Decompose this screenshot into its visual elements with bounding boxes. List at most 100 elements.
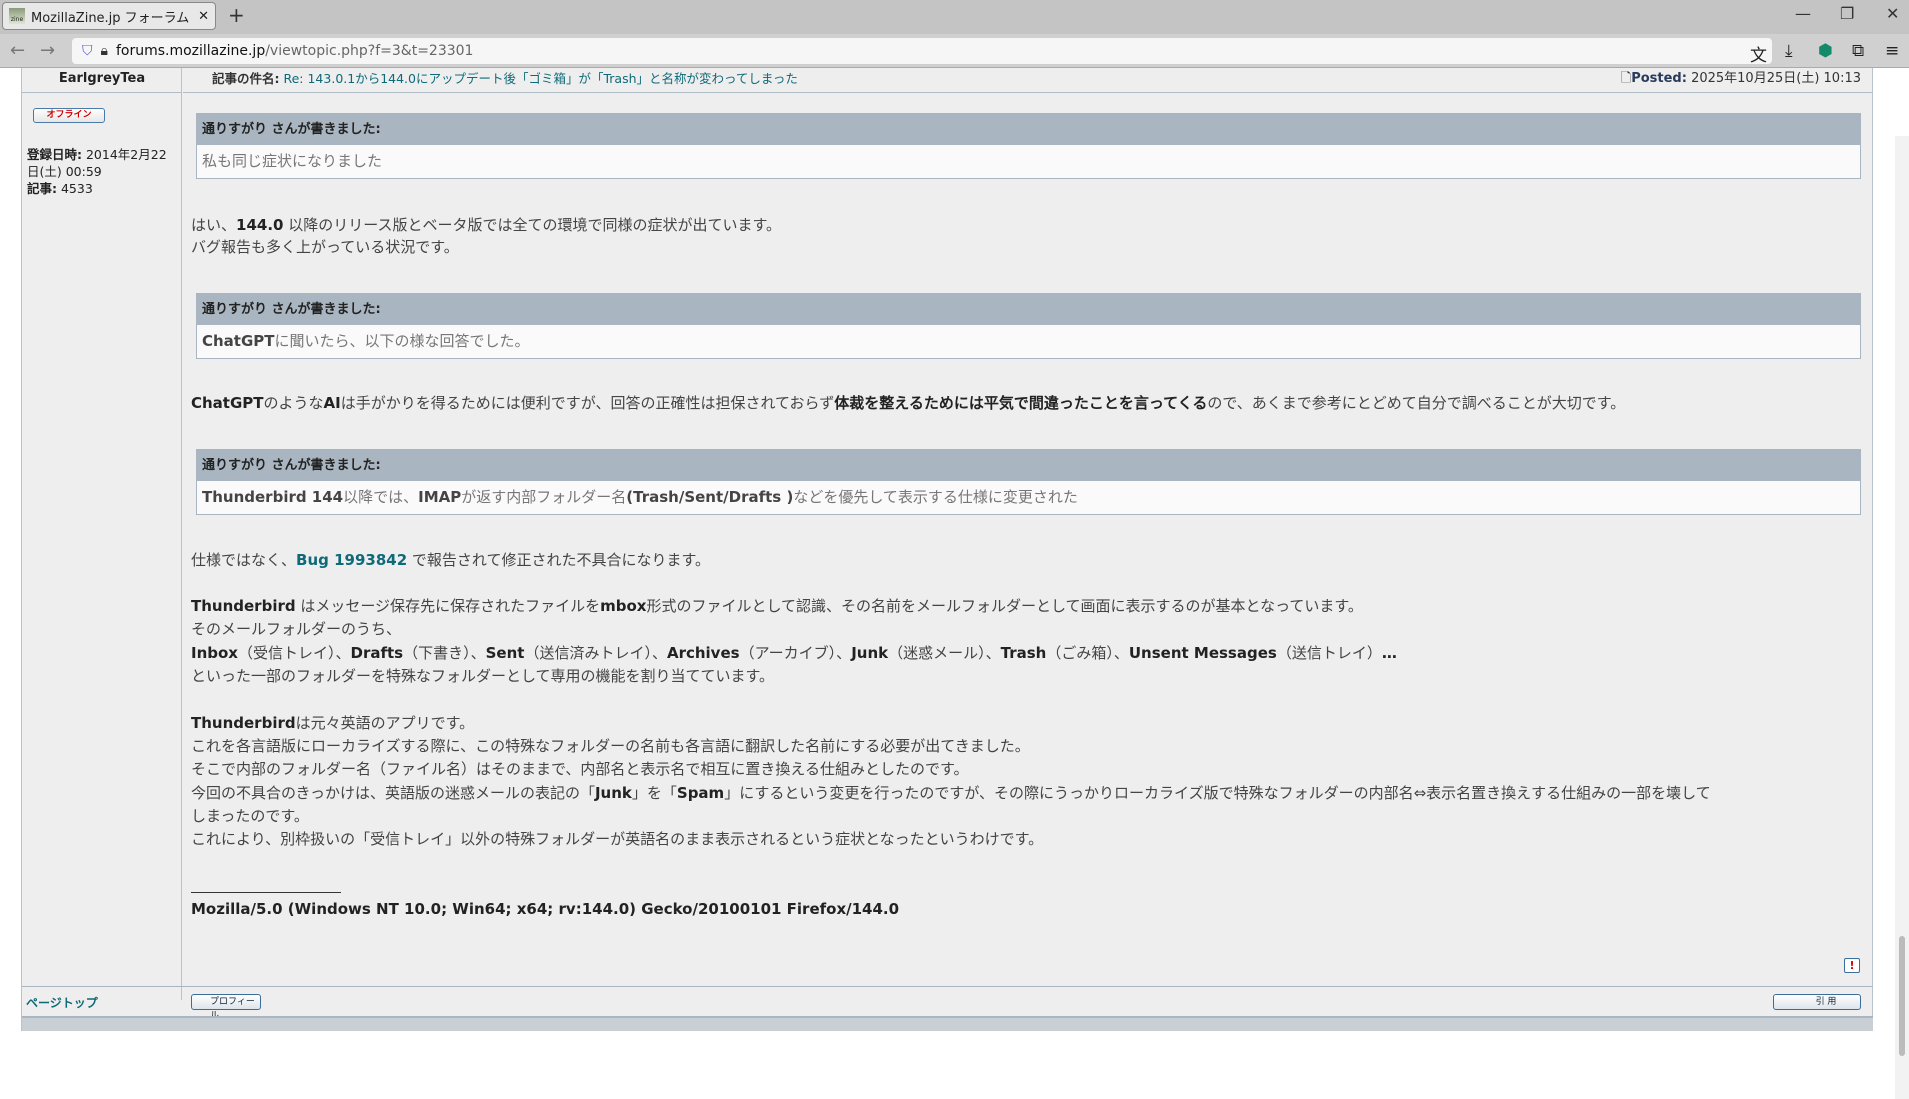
text-segment: （送信トレイ） — [1276, 644, 1382, 662]
text-segment: 仕様ではなく、 — [191, 551, 297, 569]
text-segment: は手がかりを得るためには便利ですが、回答の正確性は担保されておらず — [340, 394, 835, 412]
minimize-button[interactable]: — — [1795, 4, 1811, 23]
text-segment: に聞いたら、以下の様な回答でした。 — [274, 332, 530, 350]
text-segment: Junk — [594, 784, 632, 802]
quote-box: 通りすがり さんが書きました: 私も同じ症状になりました — [196, 113, 1861, 179]
report-button[interactable]: ! — [1844, 958, 1860, 973]
post-text-line: Thunderbirdは元々英語のアプリです。 — [191, 712, 474, 735]
quote-body: ChatGPTに聞いたら、以下の様な回答でした。 — [197, 325, 1860, 358]
quote-header: 通りすがり さんが書きました: — [197, 114, 1860, 145]
tab-bar: zine MozillaZine.jp フォーラム • トピ ✕ + — ❐ ✕ — [0, 0, 1909, 34]
bug-link[interactable]: Bug 1993842 — [296, 551, 407, 569]
text-segment: （送信済みトレイ）、 — [524, 644, 667, 662]
close-tab-icon[interactable]: ✕ — [198, 9, 209, 24]
text-segment: これにより、別枠扱いの「受信トレイ」以外の特殊フォルダーが英語名のまま表示される… — [191, 830, 1044, 848]
browser-tab[interactable]: zine MozillaZine.jp フォーラム • トピ ✕ — [2, 2, 216, 30]
text-segment: （ごみ箱）、 — [1046, 644, 1129, 662]
download-icon[interactable]: ⤓ — [1785, 41, 1793, 61]
quote-button[interactable]: 引 用 — [1773, 994, 1861, 1010]
post-text-line: そのメールフォルダーのうち、 — [191, 618, 401, 641]
text-segment: 」を「 — [631, 784, 677, 802]
profile-button[interactable]: プロフィール — [191, 994, 261, 1021]
text-segment: （受信トレイ）、 — [237, 644, 351, 662]
post-text-line: ChatGPTのようなAIは手がかりを得るためには便利ですが、回答の正確性は担保… — [191, 392, 1625, 415]
url-domain: forums.mozillazine.jp — [115, 43, 266, 59]
text-segment: … — [1381, 644, 1397, 662]
text-segment: Spam — [676, 784, 725, 802]
post-text-line: しまったのです。 — [191, 805, 309, 828]
extensions-icon[interactable]: ⧉ — [1852, 41, 1864, 61]
text-segment: （アーカイブ）、 — [739, 644, 852, 662]
shield-extension-icon[interactable]: ⬢ — [1818, 41, 1833, 61]
post-text-line: バグ報告も多く上がっている状況です。 — [191, 236, 459, 259]
scrollbar[interactable] — [1895, 136, 1909, 1099]
text-segment: はい、 — [191, 216, 237, 234]
post-text-line: そこで内部のフォルダー名（ファイル名）はそのままで、内部名と表示名で相互に置き換… — [191, 758, 968, 781]
text-segment: 私も同じ症状になりました — [202, 152, 383, 170]
translate-icon[interactable]: 文 — [1750, 41, 1767, 66]
post-text-line: といった一部のフォルダーを特殊なフォルダーとして専用の機能を割り当てています。 — [191, 665, 774, 688]
subject-link[interactable]: Re: 143.0.1から144.0にアップデート後「ゴミ箱」が「Trash」と… — [283, 71, 797, 86]
status-badge: オフライン — [33, 108, 105, 123]
divider — [22, 986, 1873, 987]
favicon-icon: zine — [9, 8, 25, 24]
posts-value: 4533 — [60, 181, 93, 196]
text-segment: バグ報告も多く上がっている状況です。 — [191, 238, 459, 256]
text-segment: Drafts — [350, 644, 404, 662]
quote-box: 通りすがり さんが書きました: ChatGPTに聞いたら、以下の様な回答でした。 — [196, 293, 1861, 359]
text-segment: 144.0 — [236, 216, 284, 234]
lock-icon[interactable]: 🔒︎ — [101, 43, 108, 59]
signature-divider — [191, 892, 341, 893]
text-segment: 今回の不具合のきっかけは、英語版の迷惑メールの表記の「 — [191, 784, 595, 802]
text-segment: のような — [263, 394, 324, 412]
text-segment: Thunderbird 144 — [202, 488, 344, 506]
text-segment: 以降のリリース版とベータ版では全ての環境で同様の症状が出ています。 — [283, 216, 781, 234]
text-segment: AI — [323, 394, 341, 412]
posted-info: 🗋Posted: 2025年10月25日(土) 10:13 — [1621, 68, 1861, 90]
quote-body: Thunderbird 144以降では、IMAPが返す内部フォルダー名(Tras… — [197, 481, 1860, 514]
address-bar[interactable]: ⛉ 🔒︎ forums.mozillazine.jp/viewtopic.php… — [72, 38, 1772, 64]
tab-title: MozillaZine.jp フォーラム • トピ — [31, 10, 192, 26]
post-text-line: Thunderbird はメッセージ保存先に保存されたファイルをmbox形式のフ… — [191, 595, 1363, 618]
url-path: /viewtopic.php?f=3&t=23301 — [265, 43, 474, 59]
post-text-line: これを各言語版にローカライズする際に、この特殊なフォルダーの名前も各言語に翻訳し… — [191, 735, 1030, 758]
author-column: EarlgreyTea オフライン 登録日時: 2014年2月22日(土) 00… — [22, 68, 182, 1000]
quote-header: 通りすがり さんが書きました: — [197, 294, 1860, 325]
text-segment: Thunderbird — [191, 714, 296, 732]
text-segment: 体裁を整えるためには平気で間違ったことを言ってくる — [834, 394, 1208, 412]
page-top-link[interactable]: ページトップ — [26, 994, 98, 1011]
text-segment: で報告されて修正された不具合になります。 — [407, 551, 710, 569]
subject-label: 記事の件名: — [212, 71, 280, 86]
text-segment: などを優先して表示する仕様に変更された — [793, 488, 1078, 506]
shield-icon[interactable]: ⛉ — [82, 43, 93, 59]
text-segment: そこで内部のフォルダー名（ファイル名）はそのままで、内部名と表示名で相互に置き換… — [191, 760, 969, 778]
text-segment: しまったのです。 — [191, 807, 309, 825]
post-text-line: Inbox（受信トレイ）、Drafts（下書き）、Sent（送信済みトレイ）、A… — [191, 642, 1397, 665]
text-segment: Inbox — [191, 644, 238, 662]
restore-button[interactable]: ❐ — [1840, 4, 1854, 23]
quote-header: 通りすがり さんが書きました: — [197, 450, 1860, 481]
text-segment: Archives — [666, 644, 740, 662]
bottom-bar — [22, 1016, 1873, 1031]
nav-bar: ← → ⛉ 🔒︎ forums.mozillazine.jp/viewtopic… — [0, 34, 1909, 68]
post-text-line: 今回の不具合のきっかけは、英語版の迷惑メールの表記の「Junk」を「Spam」に… — [191, 782, 1711, 805]
scrollbar-thumb[interactable] — [1899, 936, 1905, 1056]
text-segment: 」にするという変更を行ったのですが、その際にうっかりローカライズ版で特殊なフォル… — [724, 784, 1711, 802]
back-button[interactable]: ← — [10, 40, 25, 61]
text-segment: が返す内部フォルダー名 — [461, 488, 627, 506]
post-header: 記事の件名: Re: 143.0.1から144.0にアップデート後「ゴミ箱」が「… — [183, 68, 1873, 93]
author-name[interactable]: EarlgreyTea — [22, 68, 182, 93]
text-segment: これを各言語版にローカライズする際に、この特殊なフォルダーの名前も各言語に翻訳し… — [191, 737, 1030, 755]
close-window-button[interactable]: ✕ — [1886, 4, 1899, 23]
text-segment: （迷惑メール）、 — [888, 644, 1001, 662]
new-tab-button[interactable]: + — [228, 3, 245, 27]
text-segment: といった一部のフォルダーを特殊なフォルダーとして専用の機能を割り当てています。 — [191, 667, 775, 685]
user-info: 登録日時: 2014年2月22日(土) 00:59 記事: 4533 — [27, 146, 177, 197]
text-segment: Mozilla/5.0 (Windows NT 10.0; Win64; x64… — [191, 900, 900, 918]
text-segment: （下書き）、 — [403, 644, 486, 662]
post-icon: 🗋 — [1620, 71, 1632, 86]
forward-button[interactable]: → — [40, 40, 55, 61]
posted-label: Posted: — [1631, 71, 1687, 86]
menu-icon[interactable]: ≡ — [1885, 41, 1899, 61]
text-segment: mbox — [600, 597, 647, 615]
